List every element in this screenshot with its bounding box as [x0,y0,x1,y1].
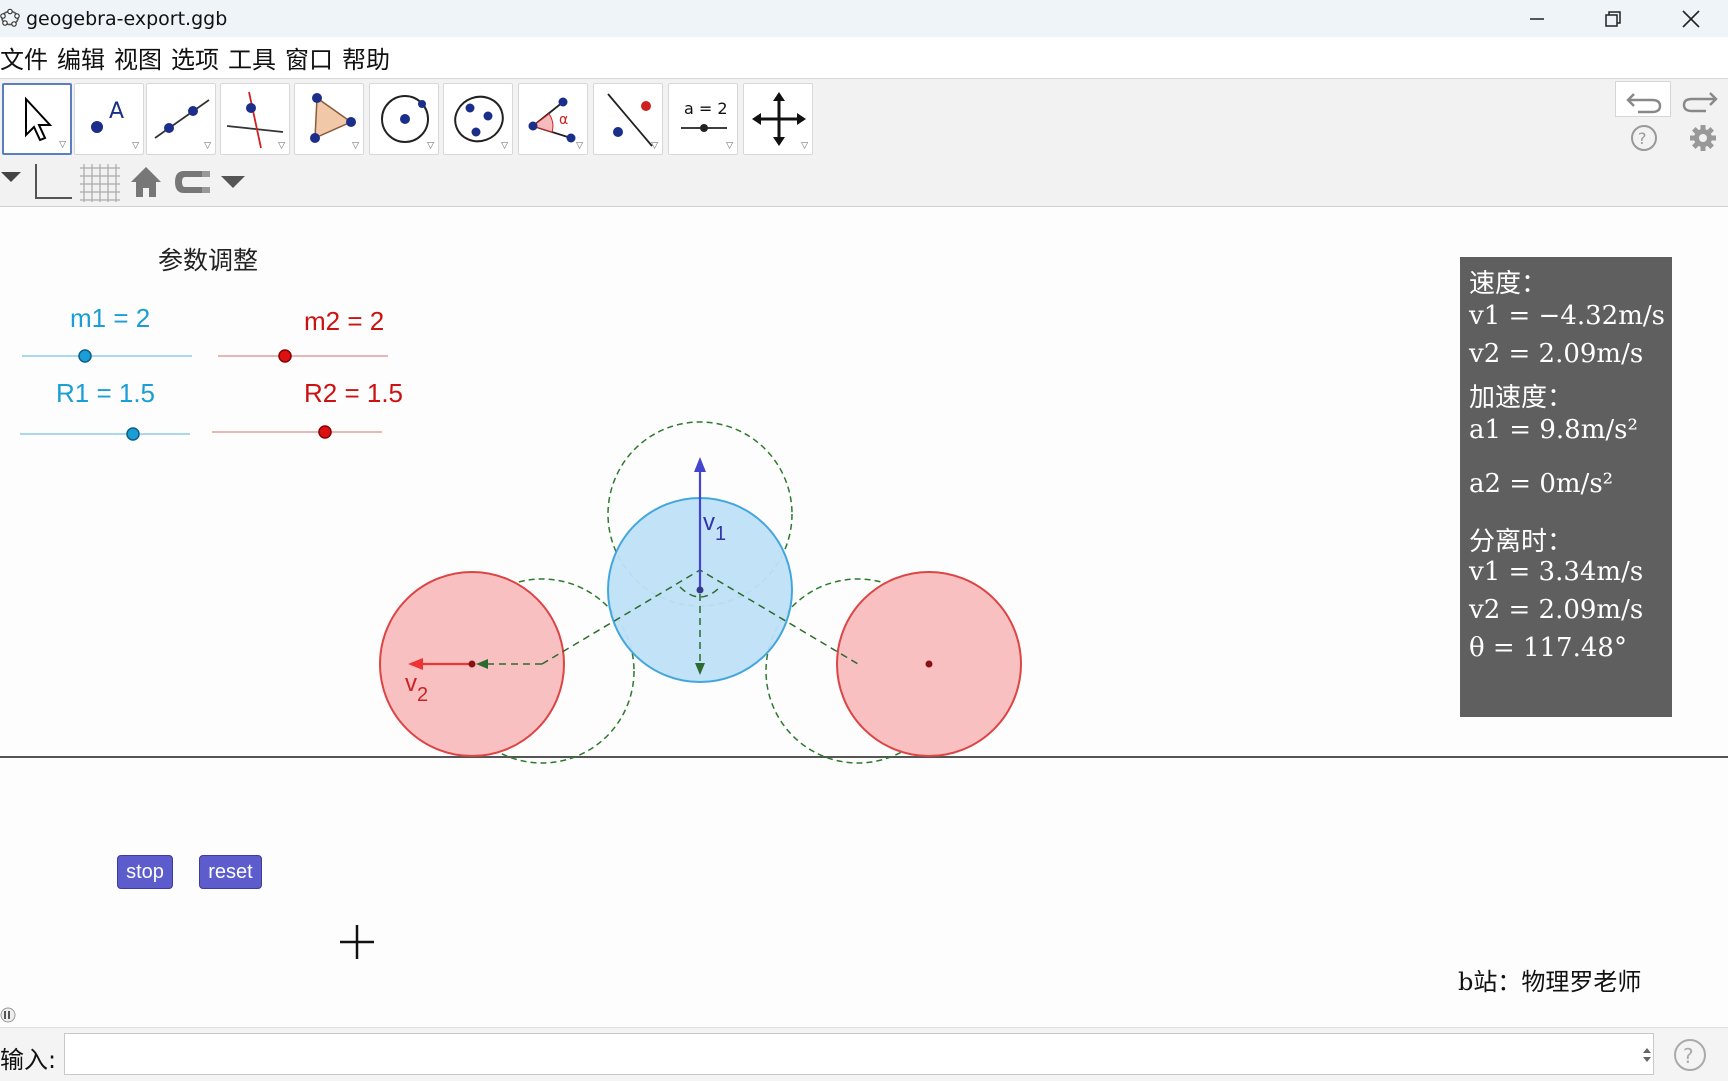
svg-text:?: ? [1638,129,1647,148]
input-field[interactable] [64,1033,1654,1075]
point-capturing-icon[interactable] [172,166,212,198]
tool-dropdown-icon: ▽ [132,141,139,151]
point-label: A [109,99,124,124]
speed-heading: 速度： [1469,269,1548,299]
angle-label: α [559,112,568,128]
accel-heading: 加速度： [1469,383,1574,413]
pause-icon[interactable] [0,1007,16,1023]
v2-separation-text: v2 = 2.09m/s [1469,595,1644,625]
grid-toggle-icon[interactable] [78,162,122,202]
input-bar: 输入: ? [0,1027,1728,1081]
tool-dropdown-icon: ▽ [278,141,285,151]
point-tool[interactable]: A ▽ [74,83,144,155]
minimize-icon [1530,17,1544,20]
undo-icon [1626,93,1662,114]
angle-tool[interactable]: α ▽ [518,83,588,155]
v2-speed-text: v2 = 2.09m/s [1469,339,1644,369]
credit-text: b站：物理罗老师 [1458,968,1642,996]
help-icon: ? [1631,125,1657,151]
window-title: geogebra-export.ggb [26,8,228,30]
title-bar: geogebra-export.ggb [0,0,1728,37]
style-bar [0,158,1728,207]
stop-button[interactable]: stop [117,855,173,889]
blue-ball-center [696,586,704,594]
tool-dropdown-icon: ▽ [726,141,733,151]
menu-window[interactable]: 窗口 [285,40,333,75]
move-graphics-tool[interactable]: ▽ [743,83,813,155]
input-label: 输入: [0,1046,57,1074]
chevron-down-icon[interactable] [220,174,246,190]
restore-icon [1605,10,1621,27]
tool-dropdown-icon: ▽ [352,141,359,151]
tool-dropdown-icon: ▽ [651,141,658,151]
move-tool[interactable]: ▽ [2,83,72,155]
separation-heading: 分离时： [1469,527,1574,557]
a1-text: a1 = 9.8m/s² [1469,415,1638,445]
input-history-icon[interactable] [1642,1047,1652,1063]
settings-button[interactable] [1686,123,1720,153]
slider-tool-label: a = 2 [684,99,728,118]
slider-m2[interactable] [218,349,388,363]
ellipse-tool[interactable]: ▽ [443,83,513,155]
reflect-tool[interactable]: ▽ [593,83,663,155]
v1-speed-text: v1 = −4.32m/s [1469,301,1665,331]
v1-arrowhead [694,457,706,472]
home-icon[interactable] [128,164,164,200]
tool-dropdown-icon: ▽ [501,141,508,151]
slider-r2[interactable] [212,425,382,439]
help-button[interactable]: ? [1628,123,1660,153]
minimize-button[interactable] [1502,0,1572,37]
slider-m1[interactable] [22,349,192,363]
redo-icon [1682,92,1718,113]
menu-file[interactable]: 文件 [0,40,48,75]
tool-dropdown-icon: ▽ [576,141,583,151]
a2-text: a2 = 0m/s² [1469,469,1614,499]
slider-tool[interactable]: a = 2 ▽ [668,83,738,155]
tool-dropdown-icon: ▽ [59,140,66,150]
svg-text:?: ? [1683,1044,1694,1068]
slider-r1[interactable] [20,427,190,441]
tool-dropdown-icon: ▽ [427,141,434,151]
info-panel: 速度： v1 = −4.32m/s v2 = 2.09m/s 加速度： a1 =… [1460,257,1672,717]
perpendicular-line-tool[interactable]: ▽ [220,83,290,155]
close-icon [1682,9,1700,28]
close-button[interactable] [1656,0,1726,37]
theta-text: θ = 117.48° [1469,633,1627,663]
menu-options[interactable]: 选项 [171,40,219,75]
menu-view[interactable]: 视图 [114,40,162,75]
axes-toggle-icon[interactable] [30,162,74,202]
line-tool[interactable]: ▽ [146,83,216,155]
input-help-icon[interactable]: ? [1672,1037,1708,1073]
menu-help[interactable]: 帮助 [342,40,390,75]
stylebar-toggle-icon[interactable] [0,170,22,184]
redo-button[interactable] [1676,81,1728,117]
undo-button[interactable] [1615,81,1671,117]
menu-bar: 文件 编辑 视图 选项 工具 窗口 帮助 [0,37,1728,78]
menu-edit[interactable]: 编辑 [57,40,105,75]
maximize-button[interactable] [1578,0,1648,37]
circle-tool[interactable]: ▽ [369,83,439,155]
left-ball-center [468,660,476,668]
geogebra-logo-icon [0,8,20,27]
reset-button[interactable]: reset [199,855,262,889]
toolbar: ▽ A ▽ ▽ ▽ ▽ ▽ ▽ α ▽ ▽ a = 2 ▽ ▽ ? [0,78,1728,160]
polygon-tool[interactable]: ▽ [294,83,364,155]
right-ball-center [925,660,933,668]
gear-icon [1690,125,1716,151]
v1-separation-text: v1 = 3.34m/s [1469,557,1644,587]
tool-dropdown-icon: ▽ [204,141,211,151]
menu-tools[interactable]: 工具 [228,40,276,75]
crosshair-cursor-icon [340,925,374,959]
tool-dropdown-icon: ▽ [801,141,808,151]
graphics-view[interactable]: 参数调整 m1 = 2 m2 = 2 R1 = 1.5 R2 = 1.5 v1 … [0,207,1728,1023]
